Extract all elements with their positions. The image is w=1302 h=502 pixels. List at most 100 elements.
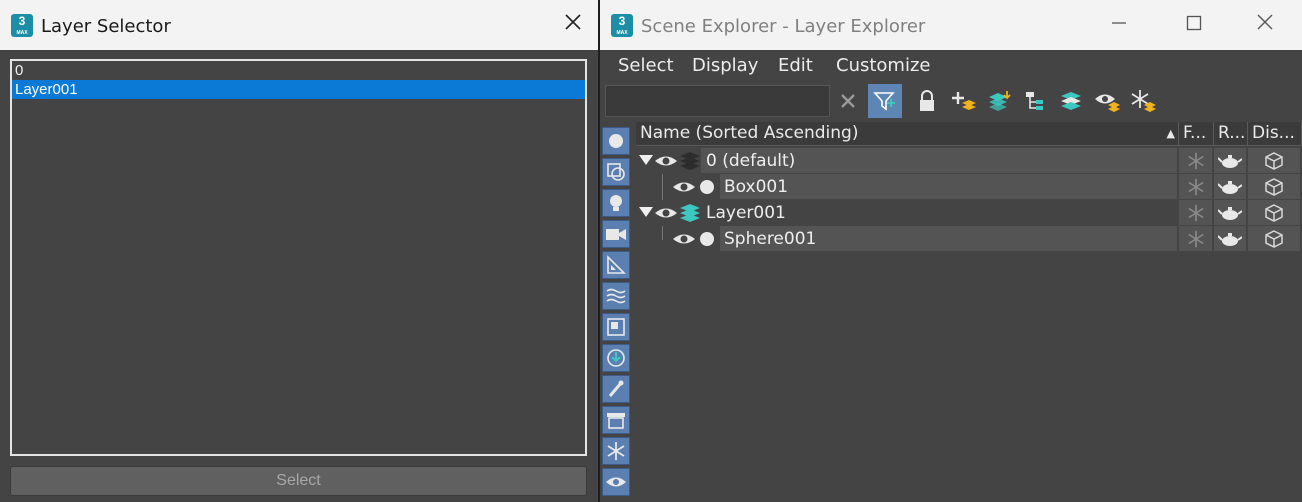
freeze-toggle[interactable] (1179, 200, 1212, 225)
lock-button[interactable] (910, 84, 944, 118)
scene-tree: Name (Sorted Ascending) ▲ F... R... Dis.… (636, 122, 1302, 502)
layer-selector-window: 3 MAX Layer Selector 0 Layer001 Select (0, 0, 598, 502)
hide-toggle-button[interactable] (1090, 84, 1124, 118)
tree-row[interactable]: Sphere001 (636, 226, 1302, 252)
layer-list[interactable]: 0 Layer001 (10, 59, 587, 456)
render-toggle[interactable] (1214, 148, 1246, 173)
layers-button[interactable] (1054, 84, 1088, 118)
layer-active-icon (678, 202, 702, 224)
freeze-toggle[interactable] (1179, 148, 1212, 173)
filter-helpers-button[interactable] (602, 251, 630, 279)
filter-xrefs-button[interactable] (602, 344, 630, 372)
column-header-frozen[interactable]: F... (1179, 122, 1214, 146)
snowflake-icon (1187, 230, 1204, 247)
snowflake-icon (1187, 178, 1204, 195)
snowflake-icon (1131, 90, 1156, 112)
expand-arrow-icon[interactable] (638, 153, 654, 167)
freeze-toggle-button[interactable] (1126, 84, 1160, 118)
row-label[interactable]: Sphere001 (724, 229, 816, 249)
render-toggle[interactable] (1214, 226, 1246, 251)
close-icon (565, 14, 581, 30)
close-icon (1257, 14, 1273, 30)
eye-icon[interactable] (654, 204, 678, 222)
list-item[interactable]: 0 (12, 61, 585, 80)
filter-groups-button[interactable] (602, 313, 630, 341)
scene-explorer-window: 3 MAX Scene Explorer - Layer Explorer Sel… (600, 0, 1302, 502)
app-icon: 3 MAX (611, 14, 633, 37)
display-box-toggle[interactable] (1248, 148, 1300, 173)
app-icon: 3 MAX (11, 14, 33, 37)
camera-icon (606, 229, 626, 240)
sphere-icon (609, 134, 623, 148)
filter-toggle-button[interactable] (868, 84, 902, 118)
eye-icon[interactable] (672, 230, 696, 248)
create-layer-button[interactable] (946, 84, 980, 118)
menu-bar: Select Display Edit Customize (600, 50, 1302, 80)
close-button[interactable] (556, 8, 590, 42)
maximize-icon (1186, 15, 1202, 31)
freeze-toggle[interactable] (1179, 174, 1212, 199)
container-icon (607, 413, 625, 429)
filter-containers-button[interactable] (602, 406, 630, 434)
eye-icon[interactable] (654, 152, 678, 170)
menu-edit[interactable]: Edit (778, 55, 813, 76)
render-toggle[interactable] (1214, 200, 1246, 225)
ruler-icon (607, 255, 626, 274)
tree-row[interactable]: 0 (default) (636, 148, 1302, 174)
close-button[interactable] (1248, 8, 1282, 42)
geometry-icon (698, 230, 716, 248)
tree-row[interactable]: Layer001 (636, 200, 1302, 226)
maximize-button[interactable] (1177, 8, 1211, 42)
clear-search-button[interactable] (831, 84, 865, 118)
row-label[interactable]: Box001 (724, 177, 788, 197)
column-header-render[interactable]: R... (1214, 122, 1248, 146)
hierarchy-button[interactable] (1018, 84, 1052, 118)
column-header-display[interactable]: Dis... (1248, 122, 1302, 146)
filter-hidden-button[interactable] (602, 468, 630, 496)
filter-shapes-button[interactable] (602, 158, 630, 186)
row-label[interactable]: 0 (default) (706, 151, 795, 171)
teapot-icon (1218, 154, 1242, 168)
window-title: Scene Explorer - Layer Explorer (641, 16, 926, 37)
display-box-toggle[interactable] (1248, 174, 1300, 199)
box-icon (1265, 177, 1283, 196)
teapot-icon (1218, 180, 1242, 194)
freeze-toggle[interactable] (1179, 226, 1212, 251)
toolbar (600, 80, 1302, 120)
filter-spacewarps-button[interactable] (602, 282, 630, 310)
minimize-icon (1112, 22, 1126, 24)
shapes-icon (607, 163, 625, 181)
display-box-toggle[interactable] (1248, 226, 1300, 251)
layer-inactive-icon (678, 150, 702, 172)
row-label[interactable]: Layer001 (706, 203, 786, 223)
select-button[interactable]: Select (10, 466, 587, 496)
expand-arrow-icon[interactable] (638, 205, 654, 219)
sort-ascending-icon: ▲ (1166, 127, 1175, 140)
add-layer-icon (952, 92, 976, 110)
add-to-layer-button[interactable] (982, 84, 1016, 118)
display-box-toggle[interactable] (1248, 200, 1300, 225)
filter-sidebar (600, 122, 634, 502)
title-bar: 3 MAX Layer Selector (0, 0, 598, 50)
column-header-name[interactable]: Name (Sorted Ascending) ▲ (636, 122, 1179, 146)
list-item-selected[interactable]: Layer001 (12, 80, 585, 99)
menu-select[interactable]: Select (618, 55, 674, 76)
bone-icon (608, 380, 624, 397)
filter-cameras-button[interactable] (602, 220, 630, 248)
search-input[interactable] (605, 85, 830, 117)
menu-customize[interactable]: Customize (836, 55, 930, 76)
menu-display[interactable]: Display (692, 55, 758, 76)
minimize-button[interactable] (1102, 8, 1136, 42)
tree-row[interactable]: Box001 (636, 174, 1302, 200)
window-title: Layer Selector (41, 16, 171, 37)
render-toggle[interactable] (1214, 174, 1246, 199)
filter-icon (873, 92, 895, 111)
eye-icon (1095, 94, 1120, 112)
clear-icon (841, 94, 855, 108)
filter-bones-button[interactable] (602, 375, 630, 403)
filter-frozen-button[interactable] (602, 437, 630, 465)
box-icon (1265, 203, 1283, 222)
eye-icon[interactable] (672, 178, 696, 196)
filter-geometry-button[interactable] (602, 127, 630, 155)
filter-lights-button[interactable] (602, 189, 630, 217)
